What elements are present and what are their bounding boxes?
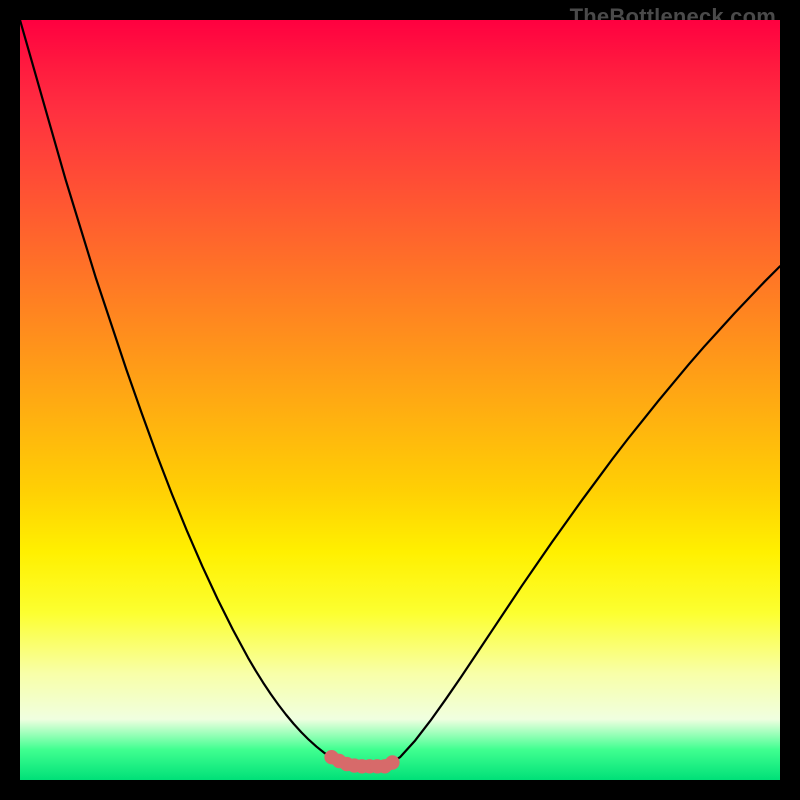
- plot-area: [20, 20, 780, 780]
- curve-layer: [20, 20, 780, 780]
- highlight-marker: [385, 755, 399, 769]
- chart-frame: TheBottleneck.com: [0, 0, 800, 800]
- bottleneck-curve: [20, 20, 780, 766]
